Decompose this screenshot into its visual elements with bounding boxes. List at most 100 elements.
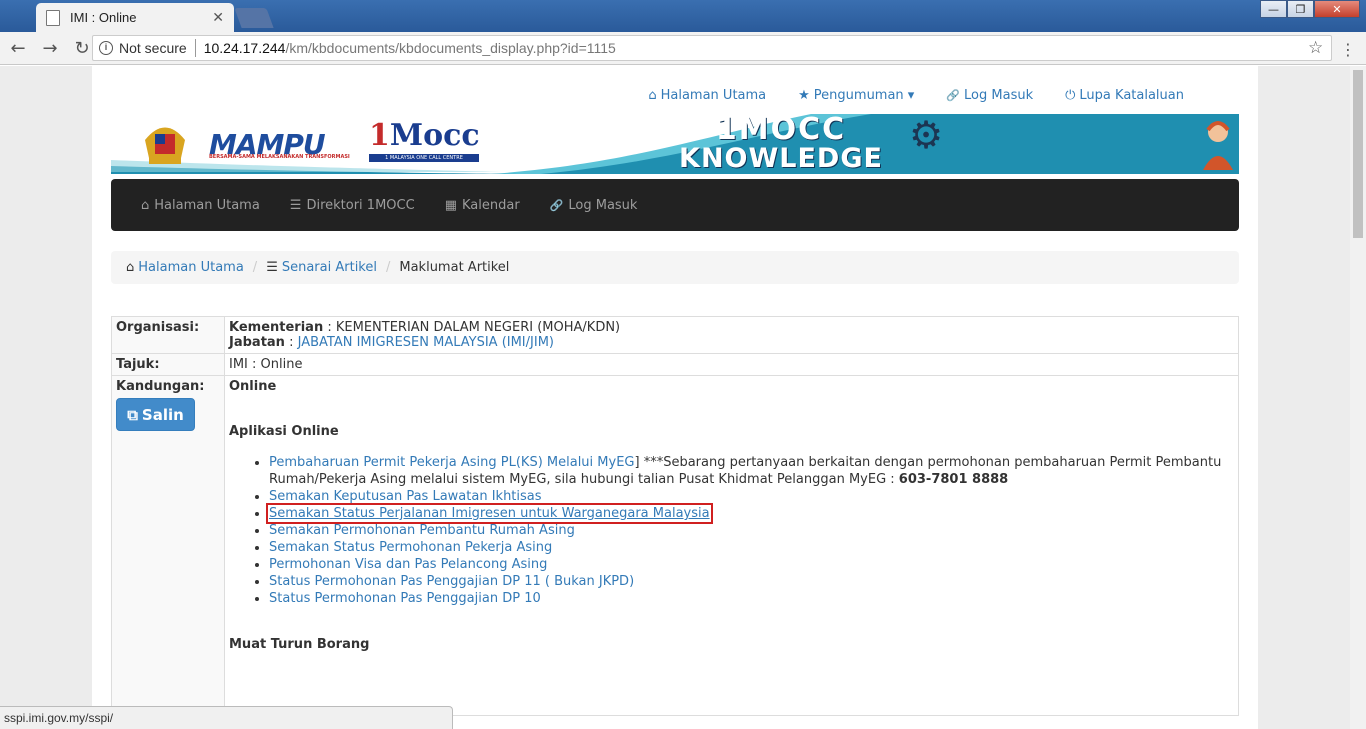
window-controls: — ❐ ✕ [1260, 0, 1360, 18]
myeg-phone: 603-7801 8888 [898, 472, 1009, 487]
jabatan-link[interactable]: JABATAN IMIGRESEN MALAYSIA (IMI/JIM) [298, 335, 554, 350]
kementerian-label: Kementerian [229, 320, 324, 335]
app-link[interactable]: Semakan Keputusan Pas Lawatan Ikhtisas [269, 489, 542, 504]
main-nav-calendar[interactable]: ▦ Kalendar [445, 198, 520, 213]
breadcrumb-home[interactable]: ⌂ Halaman Utama [126, 260, 244, 275]
page-viewport: ⌂ Halaman Utama ★ Pengumuman ▾ 🔗 Log Masuk … [0, 66, 1350, 729]
back-arrow-icon[interactable]: ← [4, 38, 32, 59]
breadcrumb-list-label: Senarai Artikel [281, 260, 377, 275]
breadcrumb-home-label: Halaman Utama [138, 260, 244, 275]
1mocc-logo-text: Mocc [389, 118, 480, 153]
close-window-button[interactable]: ✕ [1314, 0, 1360, 18]
main-nav-directory[interactable]: ☰ Direktori 1MOCC [290, 198, 415, 213]
main-nav-directory-label: Direktori 1MOCC [306, 197, 415, 213]
app-link[interactable]: Semakan Permohonan Pembantu Rumah Asing [269, 523, 575, 538]
link-icon: 🔗 [549, 198, 564, 212]
list-icon: ☰ [266, 260, 278, 275]
page-favicon-icon [46, 9, 60, 26]
heading-online: Online [229, 379, 277, 394]
table-row: Organisasi: Kementerian : KEMENTERIAN DA… [111, 316, 1239, 354]
organisasi-label: Organisasi: [111, 316, 225, 354]
calendar-icon: ▦ [444, 197, 457, 213]
security-label[interactable]: Not secure [119, 40, 187, 56]
page-scrollbar[interactable] [1350, 66, 1366, 729]
list-item: Semakan Keputusan Pas Lawatan Ikhtisas [269, 488, 1234, 505]
article-info-table: Organisasi: Kementerian : KEMENTERIAN DA… [111, 316, 1239, 716]
main-nav-calendar-label: Kalendar [461, 197, 520, 213]
list-item: Permohonan Visa dan Pas Pelancong Asing [269, 556, 1234, 573]
power-icon: ⏻ [1065, 88, 1076, 103]
copy-icon: ⧉ [127, 405, 138, 424]
breadcrumb-divider: / [252, 260, 258, 275]
top-nav-login[interactable]: 🔗 Log Masuk [946, 88, 1033, 103]
scrollbar-thumb[interactable] [1353, 70, 1363, 238]
heading-muat-turun: Muat Turun Borang [229, 637, 370, 652]
list-item: Status Permohonan Pas Penggajian DP 11 (… [269, 573, 1234, 590]
url-host: 10.24.17.244 [203, 40, 286, 56]
online-app-list: Pembaharuan Permit Pekerja Asing PL(KS) … [266, 454, 1234, 607]
maximize-button[interactable]: ❐ [1287, 0, 1314, 18]
browser-menu-icon[interactable]: ⋮ [1340, 40, 1356, 59]
bookmark-star-icon[interactable]: ☆ [1308, 38, 1323, 58]
kementerian-value: : KEMENTERIAN DALAM NEGERI (MOHA/KDN) [327, 320, 621, 335]
1mocc-tagline: 1 MALAYSIA ONE CALL CENTRE [369, 154, 479, 162]
copy-button-label: Salin [141, 405, 184, 424]
list-icon: ☰ [289, 197, 302, 213]
address-separator [194, 39, 196, 57]
kandungan-label: Kandungan: [116, 379, 205, 394]
home-icon: ⌂ [141, 197, 150, 213]
top-nav-home[interactable]: ⌂ Halaman Utama [648, 88, 766, 103]
list-item: Semakan Permohonan Pembantu Rumah Asing [269, 522, 1234, 539]
minimize-button[interactable]: — [1260, 0, 1287, 18]
browser-tab[interactable]: IMI : Online ✕ [36, 3, 234, 32]
gear-icon: ⚙ [909, 114, 944, 157]
browser-titlebar: IMI : Online ✕ — ❐ ✕ [0, 0, 1366, 32]
tab-close-icon[interactable]: ✕ [212, 10, 224, 26]
breadcrumb-current: Maklumat Artikel [399, 260, 510, 275]
coat-of-arms-icon [145, 127, 185, 164]
breadcrumb-divider: / [385, 260, 391, 275]
tajuk-value: IMI : Online [224, 353, 1239, 376]
top-nav-forgot-password-label: Lupa Katalaluan [1079, 88, 1184, 103]
table-row: Kandungan: ⧉ Salin Online Aplikasi Online… [111, 375, 1239, 716]
app-link[interactable]: Status Permohonan Pas Penggajian DP 10 [269, 591, 541, 606]
main-nav-home-label: Halaman Utama [154, 197, 260, 213]
new-tab-button[interactable] [234, 8, 274, 28]
travel-status-link[interactable]: Semakan Status Perjalanan Imigresen untu… [266, 503, 713, 524]
link-icon: 🔗 [946, 89, 961, 102]
site-banner: MAMPU BERSAMA-SAMA MELAKSANAKAN TRANSFOR… [111, 114, 1239, 174]
top-nav-forgot-password[interactable]: ⏻ Lupa Katalaluan [1065, 88, 1184, 103]
top-nav-login-label: Log Masuk [964, 88, 1034, 103]
home-icon: ⌂ [648, 88, 657, 103]
address-bar[interactable]: i Not secure 10.24.17.244/km/kbdocuments… [92, 35, 1332, 61]
main-nav-login[interactable]: 🔗 Log Masuk [550, 198, 638, 213]
main-nav-login-label: Log Masuk [568, 197, 638, 213]
1mocc-logo: 1Mocc [369, 118, 480, 153]
1mocc-logo-one: 1 [369, 118, 390, 153]
top-nav-home-label: Halaman Utama [660, 88, 767, 103]
mampu-tagline: BERSAMA-SAMA MELAKSANAKAN TRANSFORMASI [209, 154, 350, 160]
copy-button[interactable]: ⧉ Salin [116, 398, 195, 431]
app-link[interactable]: Status Permohonan Pas Penggajian DP 11 (… [269, 574, 634, 589]
browser-toolbar: ← → ↻ i Not secure 10.24.17.244/km/kbdoc… [0, 32, 1366, 65]
url-path: /km/kbdocuments/kbdocuments_display.php?… [285, 40, 616, 56]
forward-arrow-icon[interactable]: → [36, 38, 64, 59]
jabatan-colon: : [289, 335, 298, 350]
myeg-permit-link[interactable]: Pembaharuan Permit Pekerja Asing PL(KS) … [269, 455, 635, 470]
home-icon: ⌂ [126, 260, 135, 275]
info-icon[interactable]: i [99, 41, 113, 55]
top-nav-announcements[interactable]: ★ Pengumuman ▾ [798, 88, 914, 103]
heading-aplikasi-online: Aplikasi Online [229, 424, 339, 439]
kandungan-cell: Kandungan: ⧉ Salin [111, 375, 225, 716]
table-row: Tajuk: IMI : Online [111, 353, 1239, 376]
kandungan-content: Online Aplikasi Online Pembaharuan Permi… [224, 375, 1239, 716]
breadcrumb-article-list[interactable]: ☰ Senarai Artikel [266, 260, 377, 275]
tab-title: IMI : Online [70, 10, 137, 25]
breadcrumb: ⌂ Halaman Utama / ☰ Senarai Artikel / Makl… [111, 251, 1239, 284]
jabatan-label: Jabatan [229, 335, 285, 350]
app-link[interactable]: Semakan Status Permohonan Pekerja Asing [269, 540, 552, 555]
page-container: ⌂ Halaman Utama ★ Pengumuman ▾ 🔗 Log Masuk … [92, 66, 1258, 729]
app-link[interactable]: Permohonan Visa dan Pas Pelancong Asing [269, 557, 547, 572]
main-nav-home[interactable]: ⌂ Halaman Utama [141, 198, 260, 213]
top-nav-announcements-label: Pengumuman ▾ [813, 88, 915, 103]
